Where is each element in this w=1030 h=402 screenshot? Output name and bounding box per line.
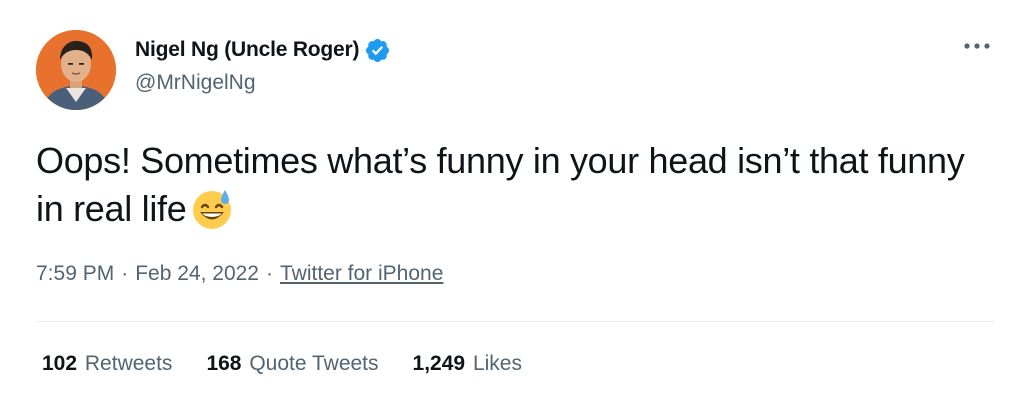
retweets-label: Retweets xyxy=(84,352,173,375)
quote-tweets-stat[interactable]: 168 Quote Tweets xyxy=(206,352,378,376)
likes-label: Likes xyxy=(472,352,522,375)
grinning-face-with-sweat-icon xyxy=(190,187,234,231)
avatar-image xyxy=(36,30,116,110)
avatar[interactable] xyxy=(36,30,116,110)
likes-count: 1,249 xyxy=(412,352,466,375)
tweet-date[interactable]: Feb 24, 2022 xyxy=(135,262,259,286)
quote-tweets-count: 168 xyxy=(206,352,242,375)
tweet-time[interactable]: 7:59 PM xyxy=(36,262,114,286)
tweet-text-content: Oops! Sometimes what’s funny in your hea… xyxy=(36,140,965,229)
tweet-text: Oops! Sometimes what’s funny in your hea… xyxy=(36,137,996,233)
likes-stat[interactable]: 1,249 Likes xyxy=(413,352,522,376)
quote-tweets-label: Quote Tweets xyxy=(249,352,379,375)
verified-badge-icon xyxy=(364,37,391,64)
tweet-source-link[interactable]: Twitter for iPhone xyxy=(280,262,443,286)
name-row: Nigel Ng (Uncle Roger) xyxy=(135,37,391,63)
tweet-meta: 7:59 PM · Feb 24, 2022 · Twitter for iPh… xyxy=(36,262,443,286)
tweet-card: Nigel Ng (Uncle Roger) @MrNigelNg Oops! … xyxy=(0,0,1030,402)
meta-separator: · xyxy=(121,262,129,285)
retweets-stat[interactable]: 102 Retweets xyxy=(42,352,172,376)
more-options-icon[interactable] xyxy=(962,34,992,58)
tweet-stats: 102 Retweets 168 Quote Tweets 1,249 Like… xyxy=(42,352,556,376)
author-name[interactable]: Nigel Ng (Uncle Roger) xyxy=(135,38,359,62)
meta-separator: · xyxy=(265,262,273,285)
author-handle[interactable]: @MrNigelNg xyxy=(135,71,391,95)
tweet-header: Nigel Ng (Uncle Roger) @MrNigelNg xyxy=(135,37,391,95)
retweets-count: 102 xyxy=(42,352,78,375)
divider xyxy=(36,321,994,322)
